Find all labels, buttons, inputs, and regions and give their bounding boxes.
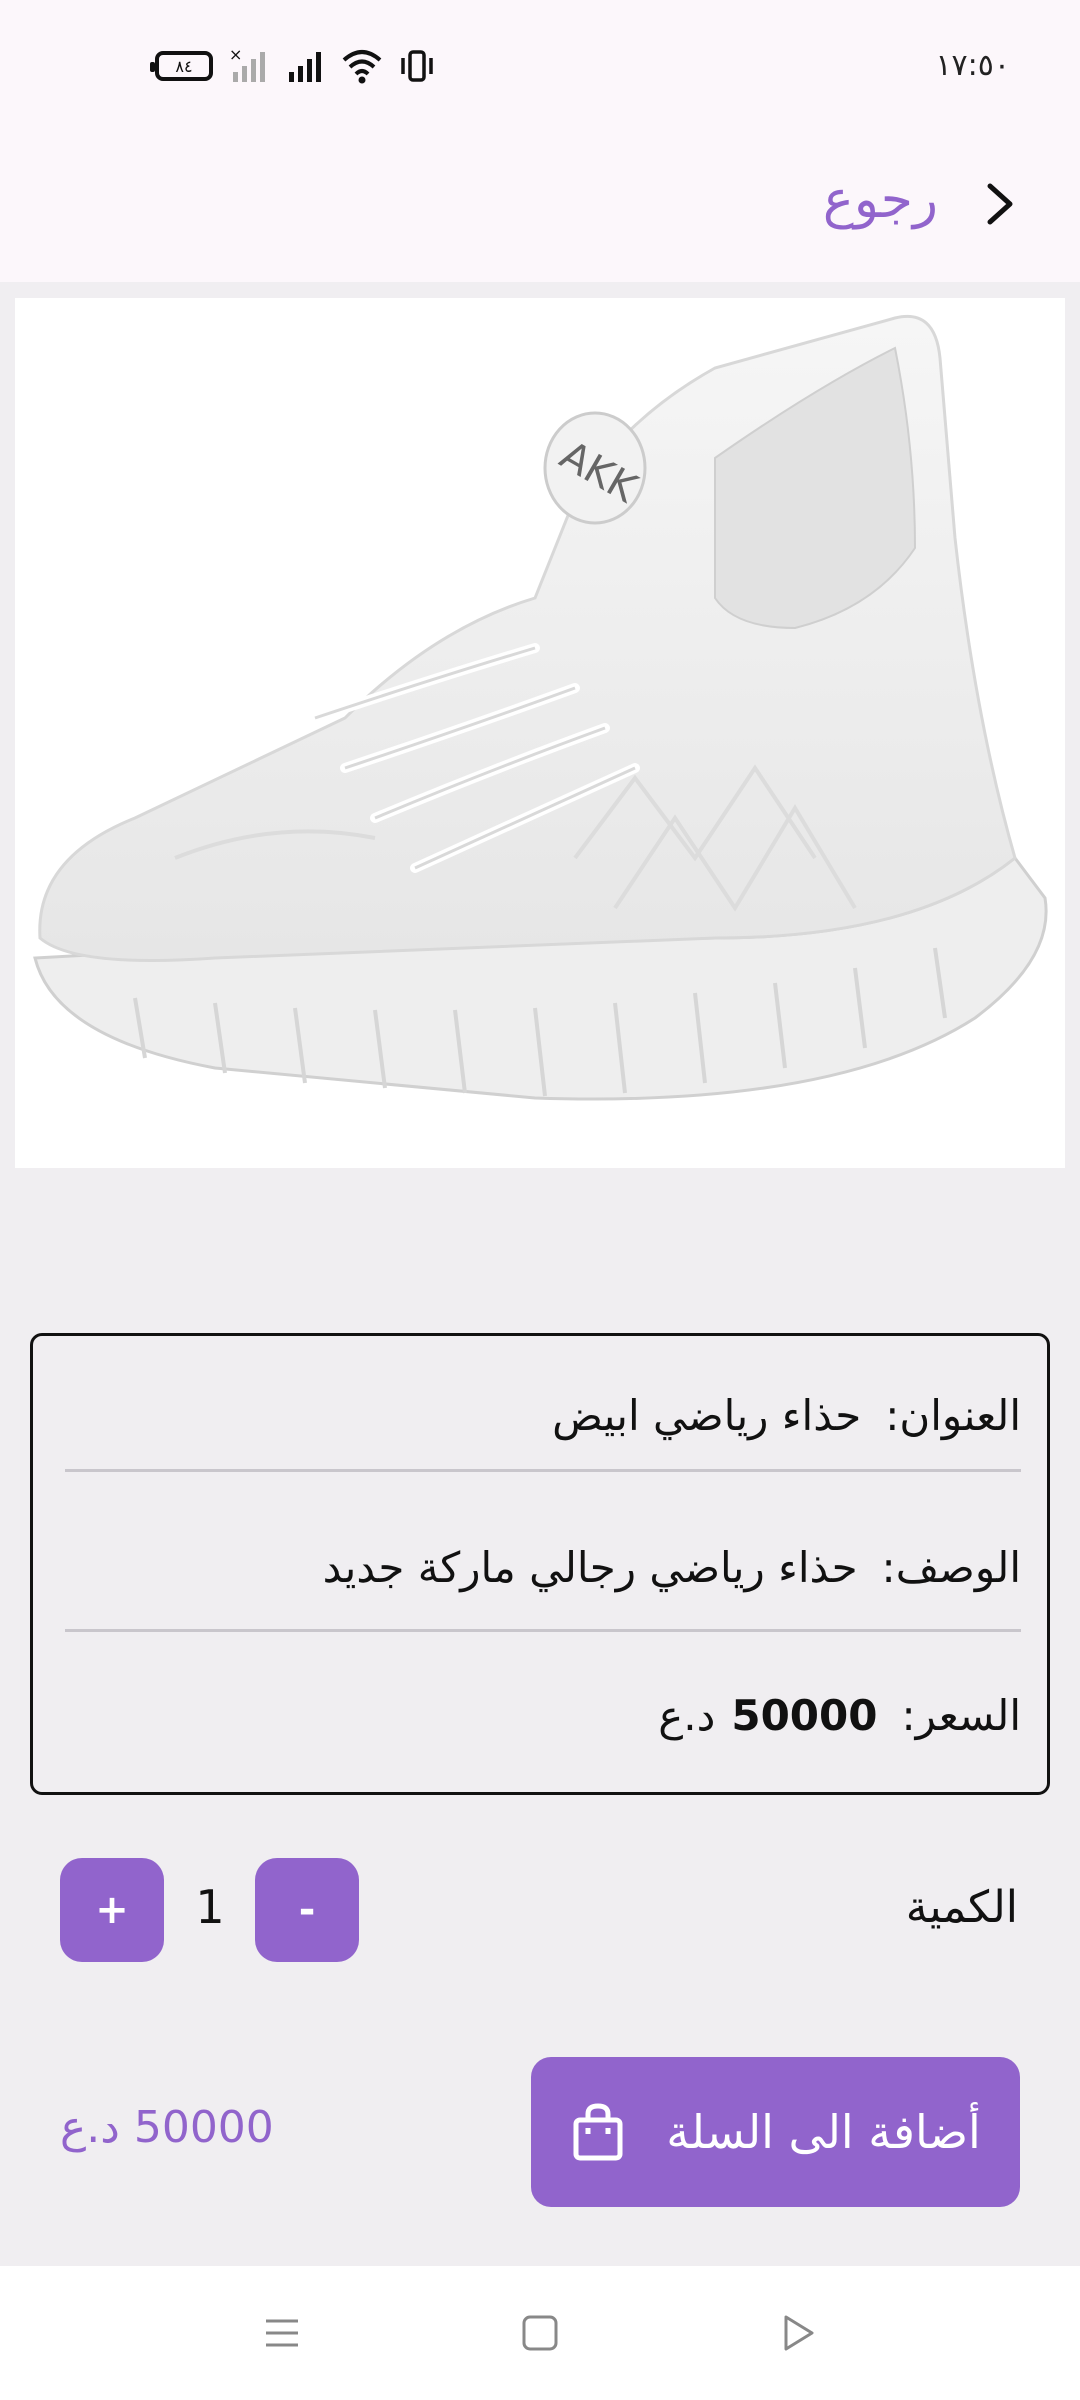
app-header: رجوع <box>0 130 1080 282</box>
wifi-icon <box>342 50 382 84</box>
menu-icon[interactable] <box>260 2311 304 2355</box>
product-details-screen: ٨٤ × ١٧:٥٠ رجوع AKK العنوان: حذاء رياضي … <box>0 0 1080 2400</box>
description-value: حذاء رياضي رجالي ماركة جديد <box>322 1542 858 1592</box>
vibrate-icon <box>401 50 433 82</box>
quantity-value: 1 <box>195 1880 225 1934</box>
add-to-cart-button[interactable]: أضافة الى السلة <box>531 2057 1020 2207</box>
shopping-bag-icon <box>573 2103 623 2161</box>
add-to-cart-label: أضافة الى السلة <box>666 2105 981 2159</box>
price-currency: د.ع <box>658 1690 716 1740</box>
product-image: AKK <box>15 298 1065 1168</box>
total-price: 50000 د.ع <box>60 2102 274 2153</box>
divider <box>65 1629 1021 1632</box>
price-value: 50000 <box>731 1690 878 1740</box>
product-details-card: العنوان: حذاء رياضي ابيض الوصف: حذاء ريا… <box>30 1333 1050 1795</box>
title-label: العنوان: <box>885 1390 1021 1440</box>
home-icon[interactable] <box>518 2311 562 2355</box>
sneaker-illustration: AKK <box>33 314 1048 1101</box>
chevron-right-icon[interactable] <box>970 174 1030 234</box>
battery-level: ٨٤ <box>175 56 193 76</box>
battery-icon: ٨٤ <box>150 51 213 81</box>
price-row: السعر: 50000 د.ع <box>65 1636 1021 1794</box>
signal-icon <box>289 52 321 82</box>
quantity-label: الكمية <box>905 1882 1018 1933</box>
status-icons: ٨٤ × <box>150 46 435 86</box>
system-nav-bar <box>0 2266 1080 2400</box>
svg-text:×: × <box>229 46 242 64</box>
description-label: الوصف: <box>881 1542 1021 1592</box>
description-row: الوصف: حذاء رياضي رجالي ماركة جديد <box>65 1488 1021 1646</box>
increment-button[interactable]: + <box>60 1858 164 1962</box>
divider <box>65 1469 1021 1472</box>
back-button[interactable]: رجوع <box>823 170 938 230</box>
back-triangle-icon[interactable] <box>776 2311 820 2355</box>
status-bar: ٨٤ × ١٧:٥٠ <box>0 0 1080 130</box>
title-value: حذاء رياضي ابيض <box>552 1390 862 1440</box>
signal-off-icon: × <box>229 46 265 82</box>
decrement-button[interactable]: - <box>255 1858 359 1962</box>
status-time: ١٧:٥٠ <box>935 48 1010 83</box>
price-label: السعر: <box>901 1690 1021 1740</box>
